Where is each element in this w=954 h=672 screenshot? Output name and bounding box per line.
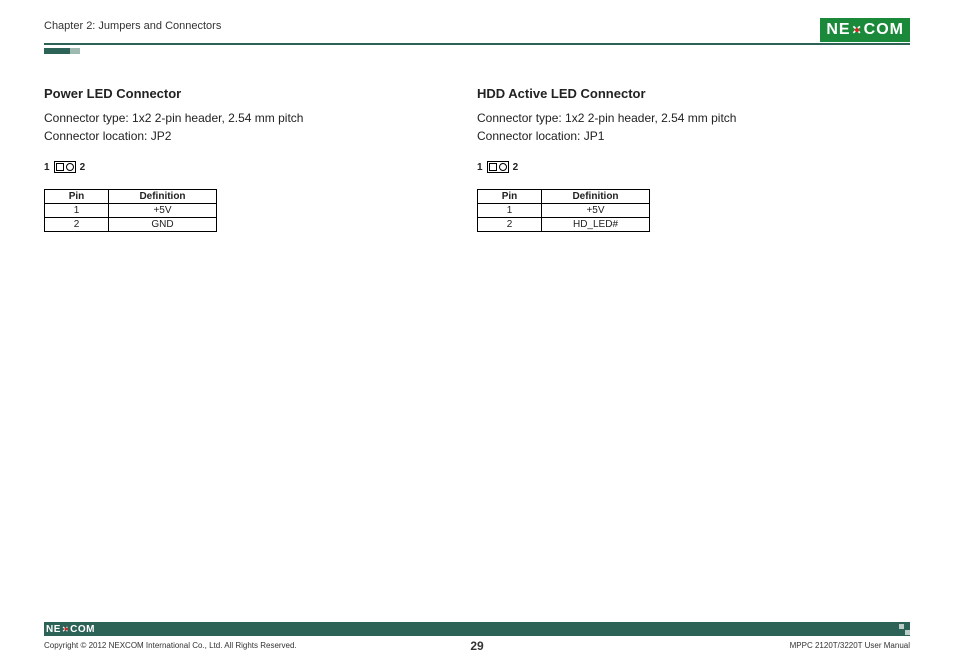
right-line1: Connector type: 1x2 2-pin header, 2.54 m… [477, 111, 736, 125]
left-pin-table: Pin Definition 1 +5V 2 GND [44, 189, 217, 232]
table-row: Pin Definition [45, 190, 217, 204]
x-icon [852, 23, 863, 37]
right-paragraph: Connector type: 1x2 2-pin header, 2.54 m… [477, 109, 886, 145]
right-pin-table: Pin Definition 1 +5V 2 HD_LED# [477, 189, 650, 232]
left-conn-label-2: 2 [80, 162, 86, 173]
left-connector-diagram: 1 2 [44, 161, 453, 173]
table-row: 2 HD_LED# [478, 218, 650, 232]
brand-logo: NECOM [820, 18, 910, 42]
table-cell: 2 [478, 218, 542, 232]
table-row: Pin Definition [478, 190, 650, 204]
chapter-title: Chapter 2: Jumpers and Connectors [44, 18, 221, 32]
brand-logo-text: NECOM [826, 21, 904, 39]
table-row: 1 +5V [45, 204, 217, 218]
table-cell: 1 [478, 204, 542, 218]
table-header-pin: Pin [45, 190, 109, 204]
left-conn-label-1: 1 [44, 162, 50, 173]
table-cell: +5V [542, 204, 650, 218]
right-line2: Connector location: JP1 [477, 129, 604, 143]
page-header: Chapter 2: Jumpers and Connectors NECOM [44, 18, 910, 42]
pin-square-icon [489, 163, 497, 171]
table-header-def: Definition [109, 190, 217, 204]
pin-square-icon [56, 163, 64, 171]
table-cell: 2 [45, 218, 109, 232]
table-row: 1 +5V [478, 204, 650, 218]
footer-brand-logo: NECOM [46, 624, 95, 635]
right-connector-diagram: 1 2 [477, 161, 886, 173]
left-line1: Connector type: 1x2 2-pin header, 2.54 m… [44, 111, 303, 125]
footer-logo-wrap: NECOM [44, 624, 95, 635]
pin-circle-icon [499, 163, 507, 171]
x-icon [62, 625, 69, 634]
header-rule [44, 43, 910, 45]
table-cell: GND [109, 218, 217, 232]
pin-circle-icon [66, 163, 74, 171]
right-column: HDD Active LED Connector Connector type:… [477, 86, 910, 232]
left-line2: Connector location: JP2 [44, 129, 171, 143]
header-rule-tab [44, 48, 70, 54]
left-heading: Power LED Connector [44, 86, 453, 101]
table-cell: +5V [109, 204, 217, 218]
table-cell: 1 [45, 204, 109, 218]
right-conn-label-2: 2 [513, 162, 519, 173]
footer-bar: NECOM [44, 622, 910, 636]
left-paragraph: Connector type: 1x2 2-pin header, 2.54 m… [44, 109, 453, 145]
table-header-pin: Pin [478, 190, 542, 204]
content-area: Power LED Connector Connector type: 1x2 … [44, 86, 910, 232]
connector-box-icon [54, 161, 76, 173]
connector-box-icon [487, 161, 509, 173]
footer-manual: MPPC 2120T/3220T User Manual [790, 641, 910, 650]
footer-page-number: 29 [470, 639, 483, 653]
table-cell: HD_LED# [542, 218, 650, 232]
footer-copyright: Copyright © 2012 NEXCOM International Co… [44, 641, 297, 650]
right-heading: HDD Active LED Connector [477, 86, 886, 101]
left-column: Power LED Connector Connector type: 1x2 … [44, 86, 477, 232]
footer-text-row: Copyright © 2012 NEXCOM International Co… [44, 641, 910, 650]
right-conn-label-1: 1 [477, 162, 483, 173]
footer-squares-icon [899, 624, 910, 635]
table-row: 2 GND [45, 218, 217, 232]
header-rule-tab-light [70, 48, 80, 54]
table-header-def: Definition [542, 190, 650, 204]
